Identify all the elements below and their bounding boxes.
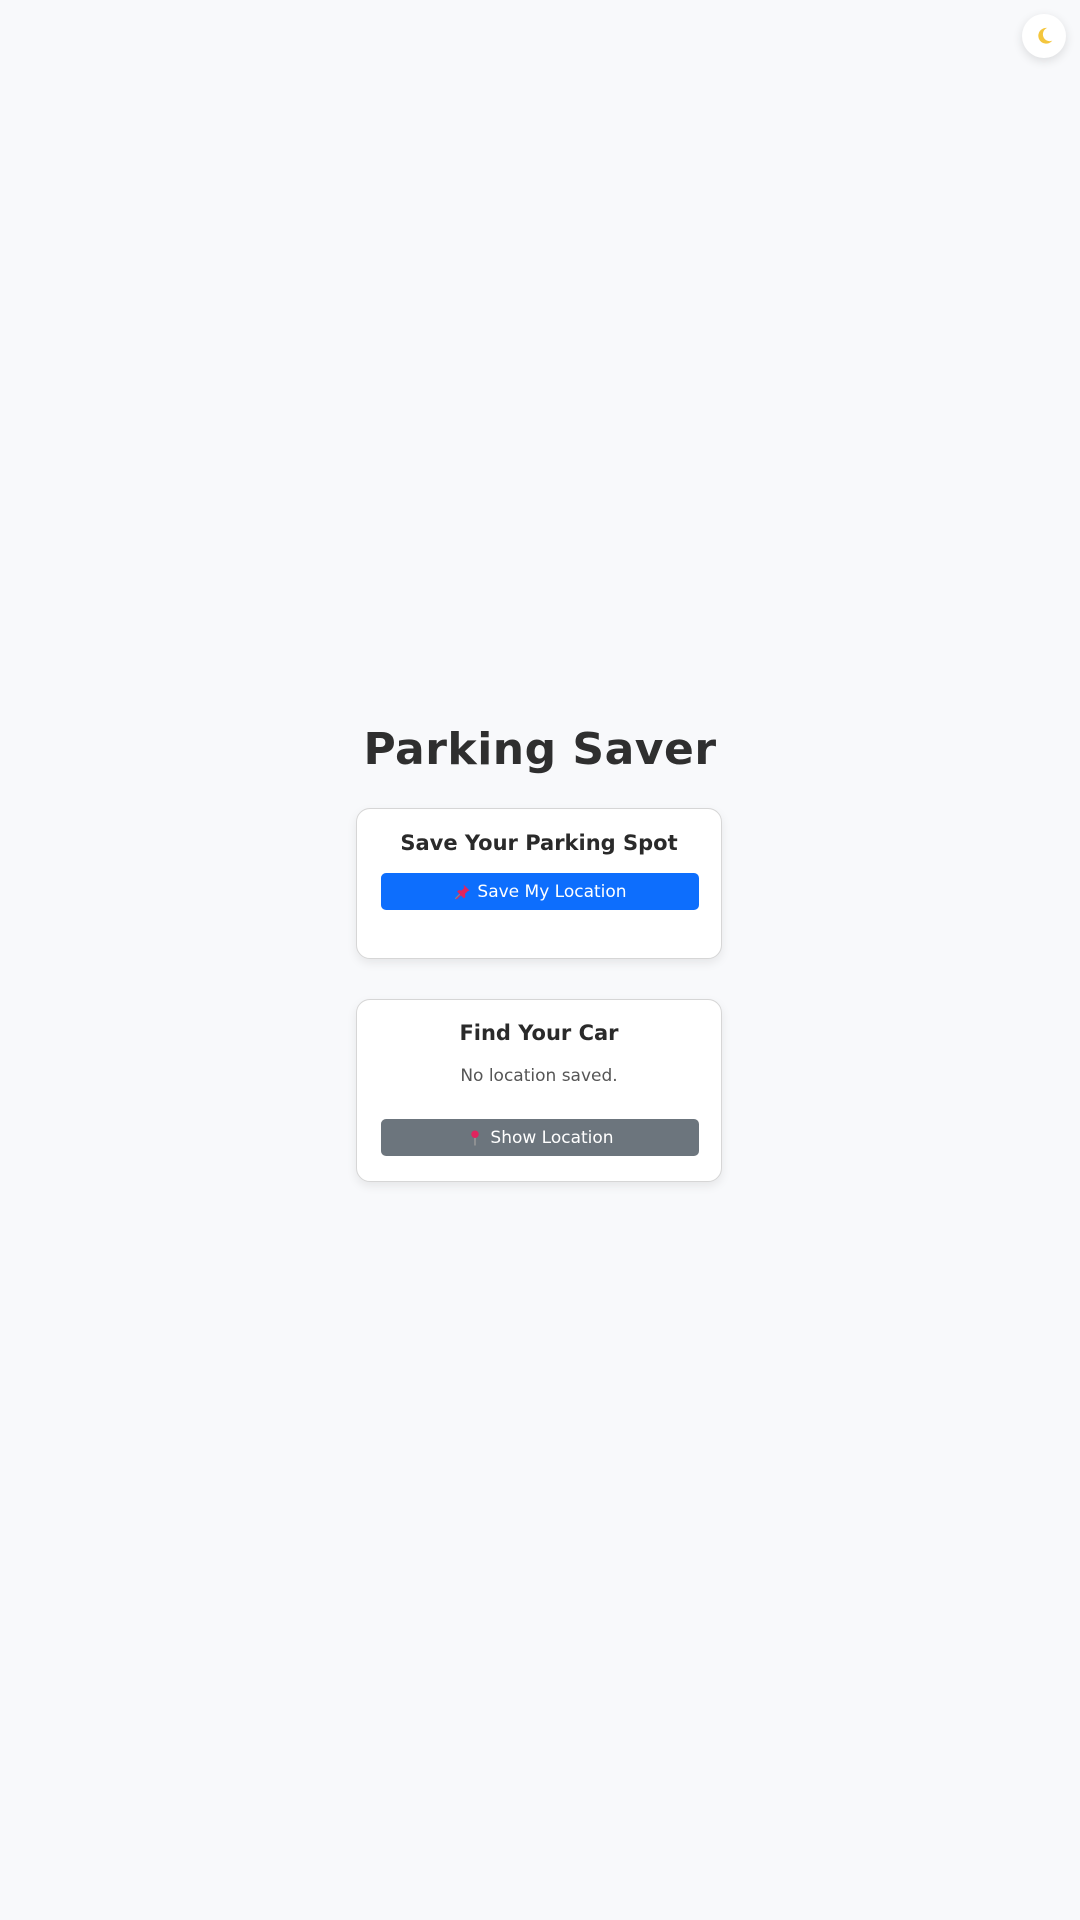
save-location-button-label: Save My Location (477, 881, 627, 902)
pushpin-icon (455, 884, 470, 899)
page-title: Parking Saver (363, 724, 717, 775)
theme-toggle-button[interactable] (1022, 14, 1066, 58)
find-car-card-title: Find Your Car (459, 1021, 619, 1045)
save-spot-card-title: Save Your Parking Spot (400, 831, 678, 855)
save-spot-card: Save Your Parking Spot Save My Location (356, 808, 722, 959)
moon-icon (1038, 27, 1053, 44)
app-page: Parking Saver Save Your Parking Spot Sav… (0, 0, 1080, 1920)
find-car-card: Find Your Car No location saved. Show Lo… (356, 999, 722, 1182)
save-location-button[interactable]: Save My Location (381, 873, 699, 910)
show-location-button[interactable]: Show Location (381, 1119, 699, 1156)
location-status-text: No location saved. (460, 1066, 618, 1086)
round-pin-icon (471, 1130, 480, 1145)
show-location-button-label: Show Location (490, 1127, 614, 1148)
